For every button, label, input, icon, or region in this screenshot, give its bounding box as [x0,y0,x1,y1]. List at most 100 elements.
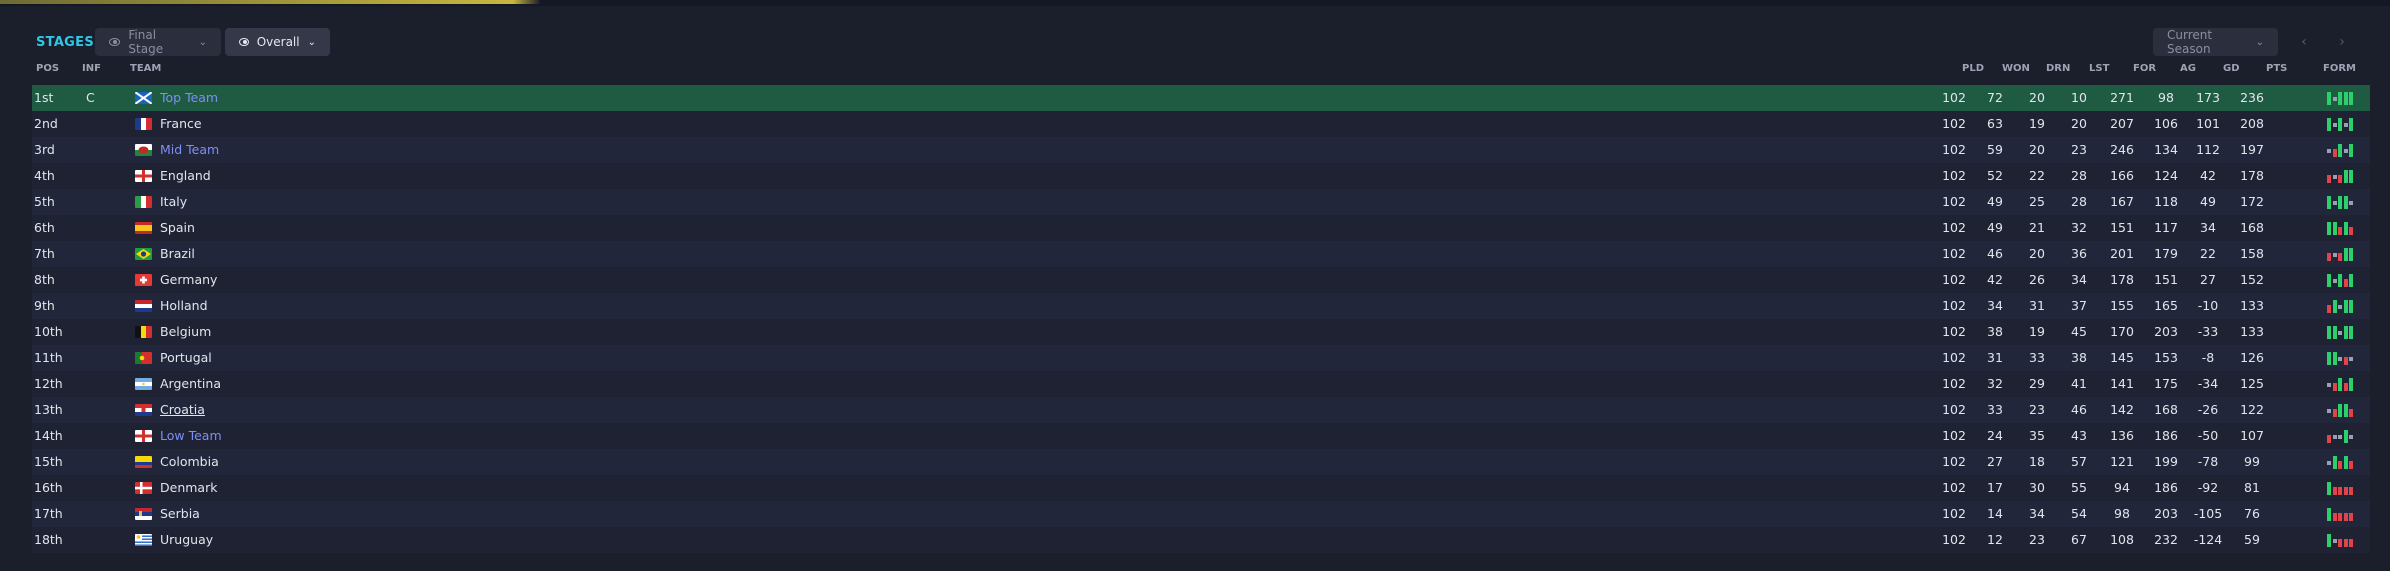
position-cell: 11th [34,350,63,365]
form-bar [2343,487,2348,495]
final-stage-dropdown[interactable]: Final Stage ⌄ [95,28,221,56]
team-name-link[interactable]: Top Team [160,85,218,111]
team-name-link[interactable]: Mid Team [160,137,219,163]
col-lst-header[interactable]: LST [2089,63,2109,74]
overall-dropdown[interactable]: Overall ⌄ [225,28,330,56]
col-form-header[interactable]: FORM [2323,63,2356,74]
col-gd-header[interactable]: GD [2223,63,2240,74]
table-row[interactable]: 13th Croatia 102 33 23 46 142 168 -26 122 [32,397,2370,423]
drn-cell: 19 [2029,324,2045,339]
chevron-left-icon[interactable]: ‹ [2296,34,2312,50]
team-name-link[interactable]: Italy [160,189,187,215]
team-name-link[interactable]: England [160,163,211,189]
team-name-link[interactable]: Germany [160,267,217,293]
pld-cell: 102 [1942,428,1966,443]
team-name-link[interactable]: Belgium [160,319,211,345]
table-row[interactable]: 14th Low Team 102 24 35 43 136 186 -50 107 [32,423,2370,449]
position-cell: 13th [34,402,63,417]
team-name-link[interactable]: Low Team [160,423,222,449]
team-name-link[interactable]: Spain [160,215,195,241]
team-name-link[interactable]: Uruguay [160,527,213,553]
form-bar [2343,149,2348,153]
table-row[interactable]: 8th Germany 102 42 26 34 178 151 27 152 [32,267,2370,293]
table-row[interactable]: 2nd France 102 63 19 20 207 106 101 208 [32,111,2370,137]
form-bar [2327,92,2331,105]
lst-cell: 37 [2071,298,2087,313]
uruguay-flag-icon [135,534,152,546]
col-drn-header[interactable]: DRN [2046,63,2070,74]
form-bar [2327,482,2331,495]
table-row[interactable]: 11th Portugal 102 31 33 38 145 153 -8 126 [32,345,2370,371]
for-cell: 142 [2110,402,2134,417]
ag-cell: 153 [2154,350,2178,365]
serbia-flag-icon [135,508,152,520]
table-row[interactable]: 1st C Top Team 102 72 20 10 271 98 173 236 [32,85,2370,111]
team-name-link[interactable]: Denmark [160,475,217,501]
col-won-header[interactable]: WON [2002,63,2030,74]
col-inf-header[interactable]: INF [82,63,101,74]
team-name-link[interactable]: Serbia [160,501,200,527]
table-row[interactable]: 17th Serbia 102 14 34 54 98 203 -105 76 [32,501,2370,527]
table-row[interactable]: 16th Denmark 102 17 30 55 94 186 -92 81 [32,475,2370,501]
table-row[interactable]: 4th England 102 52 22 28 166 124 42 178 [32,163,2370,189]
lst-cell: 28 [2071,168,2087,183]
info-cell: C [86,90,95,105]
team-name-link[interactable]: Argentina [160,371,221,397]
form-bar [2343,300,2348,313]
spain-flag-icon [135,222,152,234]
pld-cell: 102 [1942,298,1966,313]
col-ag-header[interactable]: AG [2180,63,2196,74]
for-cell: 178 [2110,272,2134,287]
table-row[interactable]: 9th Holland 102 34 31 37 155 165 -10 133 [32,293,2370,319]
col-pld-header[interactable]: PLD [1962,63,1984,74]
table-row[interactable]: 3rd Mid Team 102 59 20 23 246 134 112 197 [32,137,2370,163]
team-name-link[interactable]: France [160,111,202,137]
lst-cell: 41 [2071,376,2087,391]
form-bar [2343,196,2348,209]
form-bar [2327,118,2331,131]
table-row[interactable]: 15th Colombia 102 27 18 57 121 199 -78 99 [32,449,2370,475]
ag-cell: 232 [2154,532,2178,547]
col-pos-header[interactable]: POS [36,63,59,74]
table-row[interactable]: 18th Uruguay 102 12 23 67 108 232 -124 59 [32,527,2370,553]
position-cell: 1st [34,90,54,105]
won-cell: 32 [1987,376,2003,391]
chevron-down-icon: ⌄ [307,36,316,48]
drn-cell: 29 [2029,376,2045,391]
won-cell: 14 [1987,506,2003,521]
form-bar [2327,383,2331,387]
team-name-link[interactable]: Brazil [160,241,195,267]
season-dropdown[interactable]: Current Season ⌄ [2153,28,2278,56]
table-row[interactable]: 7th Brazil 102 46 20 36 201 179 22 158 [32,241,2370,267]
form-indicator [2327,350,2355,365]
chevron-down-icon: ⌄ [198,36,207,48]
chevron-right-icon[interactable]: › [2334,34,2350,50]
table-row[interactable]: 12th Argentina 102 32 29 41 141 175 -34 125 [32,371,2370,397]
pts-cell: 99 [2244,454,2260,469]
denmark-flag-icon [135,482,152,494]
table-row[interactable]: 5th Italy 102 49 25 28 167 118 49 172 [32,189,2370,215]
col-for-header[interactable]: FOR [2133,63,2156,74]
position-cell: 2nd [34,116,58,131]
form-bar [2332,253,2337,257]
drn-cell: 23 [2029,402,2045,417]
form-bar [2327,196,2331,209]
pld-cell: 102 [1942,324,1966,339]
form-bar [2332,539,2337,543]
won-cell: 63 [1987,116,2003,131]
table-row[interactable]: 10th Belgium 102 38 19 45 170 203 -33 133 [32,319,2370,345]
col-pts-header[interactable]: PTS [2266,63,2287,74]
team-name-link[interactable]: Colombia [160,449,219,475]
team-name-link[interactable]: Portugal [160,345,212,371]
switzerland-flag-icon [135,274,152,286]
form-indicator [2327,90,2355,105]
drn-cell: 31 [2029,298,2045,313]
france-flag-icon [135,118,152,130]
form-bar [2343,383,2348,391]
won-cell: 24 [1987,428,2003,443]
team-name-link[interactable]: Holland [160,293,208,319]
table-row[interactable]: 6th Spain 102 49 21 32 151 117 34 168 [32,215,2370,241]
col-team-header[interactable]: TEAM [130,63,161,74]
team-name-link[interactable]: Croatia [160,397,205,423]
lst-cell: 45 [2071,324,2087,339]
